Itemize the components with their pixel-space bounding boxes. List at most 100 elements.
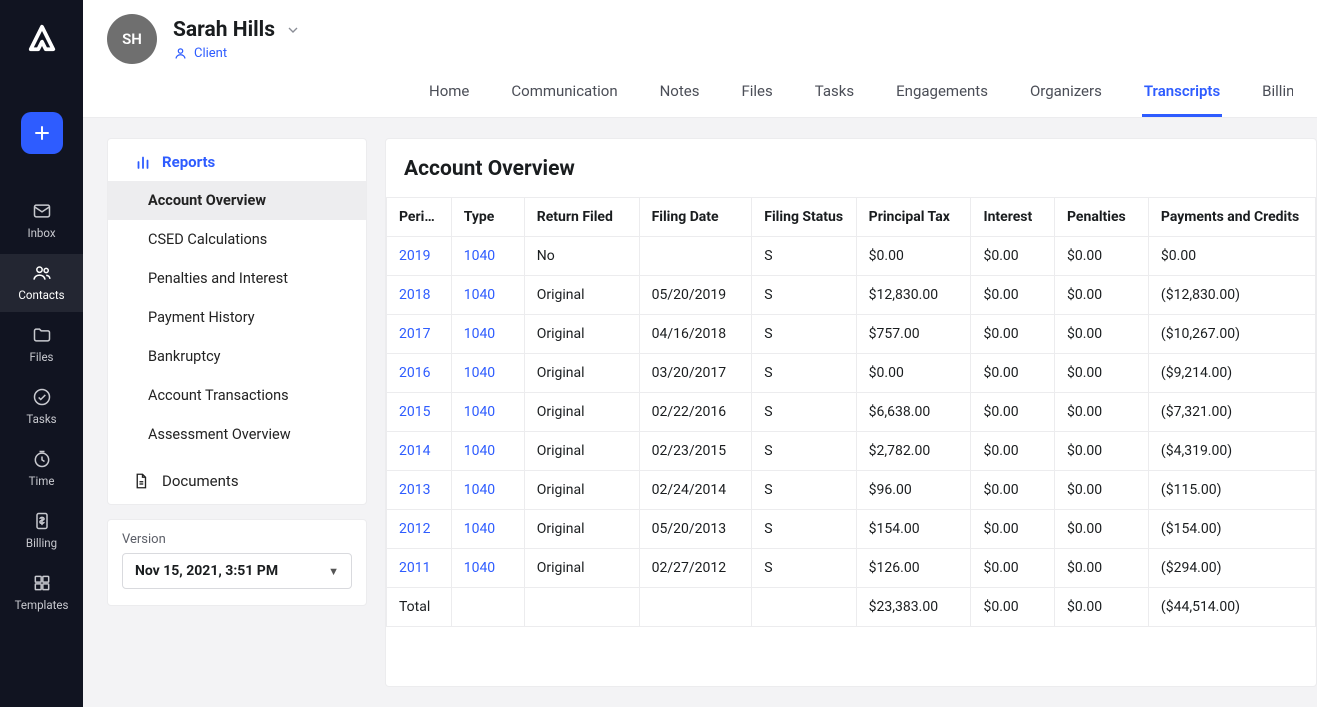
cell-type[interactable]: 1040 [451, 510, 524, 549]
document-icon [132, 472, 150, 490]
tab-files[interactable]: Files [739, 82, 774, 117]
cell-return: Original [524, 276, 639, 315]
rail-item-label: Time [29, 474, 55, 488]
table-row: 20111040Original02/27/2012S$126.00$0.00$… [387, 549, 1316, 588]
column-header[interactable]: Return Filed [524, 198, 639, 237]
cell-filing_date: 05/20/2019 [639, 276, 752, 315]
cell-principal: $2,782.00 [856, 432, 971, 471]
tab-engagements[interactable]: Engagements [894, 82, 990, 117]
column-header[interactable]: Payments and Credits [1148, 198, 1315, 237]
client-name-row[interactable]: Sarah Hills [173, 18, 301, 42]
cell-period[interactable]: 2016 [387, 354, 452, 393]
rail-item-label: Tasks [26, 412, 56, 426]
cell-type[interactable]: 1040 [451, 471, 524, 510]
cell-type[interactable]: 1040 [451, 276, 524, 315]
client-name: Sarah Hills [173, 18, 275, 42]
cell-period[interactable]: 2011 [387, 549, 452, 588]
tab-communication[interactable]: Communication [509, 82, 619, 117]
cell-penalties: $0.00 [1054, 549, 1148, 588]
column-header[interactable]: Filing Status [752, 198, 856, 237]
cell-period[interactable]: 2013 [387, 471, 452, 510]
column-header[interactable]: Filing Date [639, 198, 752, 237]
report-item-penalties-and-interest[interactable]: Penalties and Interest [108, 259, 366, 298]
cell-filing_date: 03/20/2017 [639, 354, 752, 393]
cell-status: S [752, 354, 856, 393]
cell-penalties: $0.00 [1054, 276, 1148, 315]
cell-principal: $96.00 [856, 471, 971, 510]
cell-interest: $0.00 [971, 237, 1055, 276]
report-item-csed-calculations[interactable]: CSED Calculations [108, 220, 366, 259]
cell-interest: $0.00 [971, 276, 1055, 315]
overview-table: PeriodTypeReturn FiledFiling DateFiling … [386, 197, 1316, 627]
create-button[interactable] [21, 112, 63, 154]
cell-interest: $0.00 [971, 432, 1055, 471]
column-header[interactable]: Period [387, 198, 452, 237]
version-select[interactable]: Nov 15, 2021, 3:51 PM ▼ [122, 553, 352, 589]
documents-item[interactable]: Documents [108, 460, 366, 504]
side-panel: Reports Account OverviewCSED Calculation… [107, 138, 367, 687]
report-item-account-overview[interactable]: Account Overview [108, 181, 366, 220]
rail-item-inbox[interactable]: Inbox [0, 192, 83, 250]
cell-period[interactable]: 2019 [387, 237, 452, 276]
rail-item-files[interactable]: Files [0, 316, 83, 374]
cell-filing_date: 02/22/2016 [639, 393, 752, 432]
cell-status: S [752, 510, 856, 549]
report-item-account-transactions[interactable]: Account Transactions [108, 376, 366, 415]
cell-type[interactable]: 1040 [451, 393, 524, 432]
cell-total: Total [387, 588, 452, 627]
reports-header[interactable]: Reports [108, 139, 366, 181]
rail-item-time[interactable]: Time [0, 440, 83, 498]
table-row: 20151040Original02/22/2016S$6,638.00$0.0… [387, 393, 1316, 432]
report-list: Account OverviewCSED CalculationsPenalti… [108, 181, 366, 460]
rail-item-billing[interactable]: Billing [0, 502, 83, 560]
tab-tasks[interactable]: Tasks [813, 82, 856, 117]
cell-type[interactable]: 1040 [451, 354, 524, 393]
cell-return: Original [524, 510, 639, 549]
rail-item-tasks[interactable]: Tasks [0, 378, 83, 436]
tab-billing[interactable]: Billing [1260, 82, 1293, 117]
cell-type[interactable]: 1040 [451, 315, 524, 354]
layout-icon [31, 572, 53, 594]
version-card: Version Nov 15, 2021, 3:51 PM ▼ [107, 519, 367, 606]
cell-interest: $0.00 [971, 315, 1055, 354]
column-header[interactable]: Principal Tax [856, 198, 971, 237]
column-header[interactable]: Interest [971, 198, 1055, 237]
cell-period[interactable]: 2015 [387, 393, 452, 432]
documents-label: Documents [162, 472, 239, 490]
rail-item-label: Files [30, 350, 54, 364]
cell-penalties: $0.00 [1054, 510, 1148, 549]
report-item-payment-history[interactable]: Payment History [108, 298, 366, 337]
cell-filing_date: 02/24/2014 [639, 471, 752, 510]
table-row: 20141040Original02/23/2015S$2,782.00$0.0… [387, 432, 1316, 471]
reports-card: Reports Account OverviewCSED Calculation… [107, 138, 367, 505]
avatar: SH [107, 14, 157, 64]
cell-period[interactable]: 2017 [387, 315, 452, 354]
cell-period[interactable]: 2014 [387, 432, 452, 471]
column-header[interactable]: Type [451, 198, 524, 237]
rail-item-label: Contacts [18, 288, 64, 302]
person-icon [173, 46, 188, 61]
cell-payments: ($9,214.00) [1148, 354, 1315, 393]
cell-interest: $0.00 [971, 393, 1055, 432]
report-item-bankruptcy[interactable]: Bankruptcy [108, 337, 366, 376]
rail-item-contacts[interactable]: Contacts [0, 254, 83, 312]
report-item-assessment-overview[interactable]: Assessment Overview [108, 415, 366, 454]
cell-payments: ($4,319.00) [1148, 432, 1315, 471]
cell-period[interactable]: 2012 [387, 510, 452, 549]
cell-total [524, 588, 639, 627]
tab-home[interactable]: Home [427, 82, 471, 117]
cell-penalties: $0.00 [1054, 315, 1148, 354]
cell-status: S [752, 549, 856, 588]
tab-organizers[interactable]: Organizers [1028, 82, 1104, 117]
cell-type[interactable]: 1040 [451, 432, 524, 471]
cell-status: S [752, 471, 856, 510]
tab-transcripts[interactable]: Transcripts [1142, 82, 1222, 117]
cell-type[interactable]: 1040 [451, 549, 524, 588]
cell-principal: $12,830.00 [856, 276, 971, 315]
tab-notes[interactable]: Notes [658, 82, 702, 117]
cell-period[interactable]: 2018 [387, 276, 452, 315]
rail-item-templates[interactable]: Templates [0, 564, 83, 622]
table-card: Account Overview PeriodTypeReturn FiledF… [385, 138, 1317, 687]
cell-type[interactable]: 1040 [451, 237, 524, 276]
column-header[interactable]: Penalties [1054, 198, 1148, 237]
